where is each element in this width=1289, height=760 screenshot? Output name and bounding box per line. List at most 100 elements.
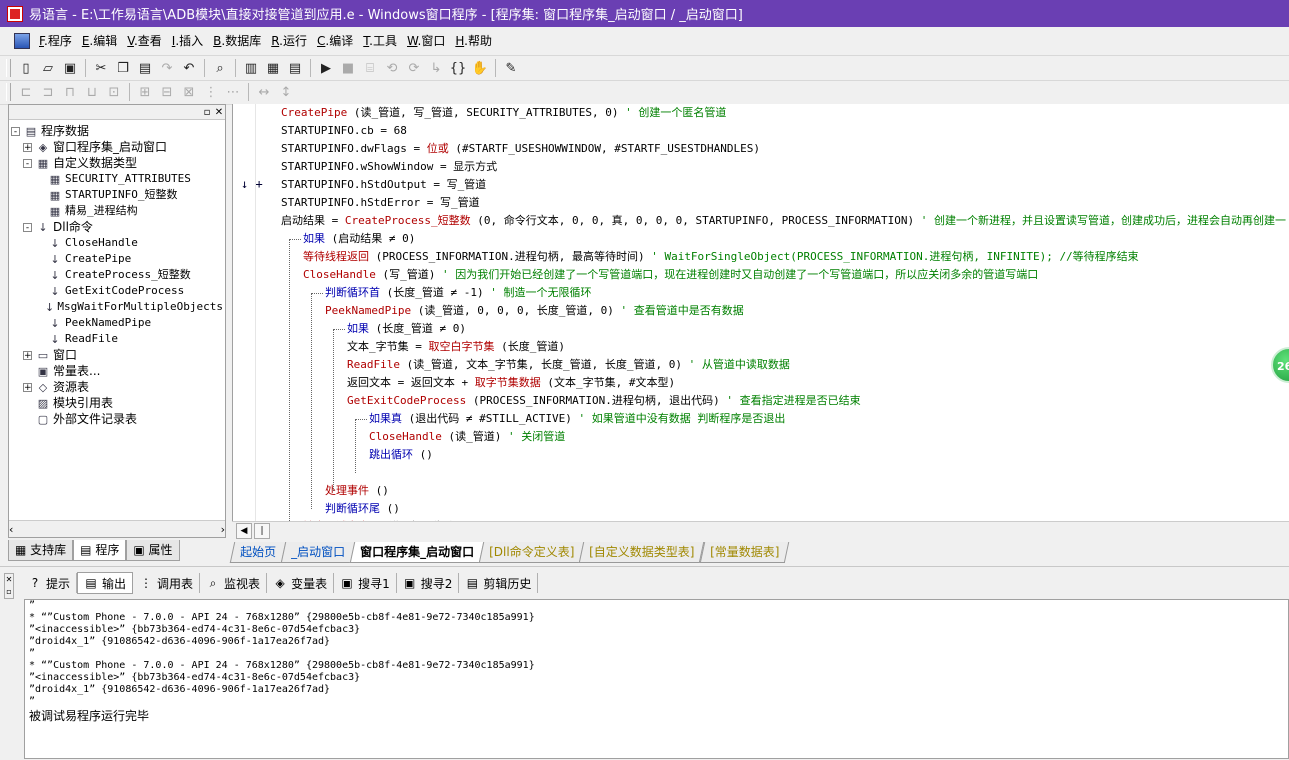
center-v-icon[interactable]: ↕ (276, 82, 296, 102)
file-tab-3[interactable]: [Dll命令定义表] (478, 542, 585, 563)
scroll-left-icon[interactable]: ‹ (9, 523, 13, 536)
code-line[interactable]: 跳出循环 () (369, 446, 433, 464)
tree-horizontal-scrollbar[interactable]: ‹ › (9, 520, 225, 537)
menu-item-t[interactable]: T.工具 (358, 31, 402, 51)
output-tab-4[interactable]: ◈ 变量表 (267, 573, 335, 593)
code-line[interactable]: STARTUPINFO.wShowWindow = 显示方式 (281, 158, 497, 176)
collapse-icon[interactable]: - (23, 158, 32, 168)
paste-icon[interactable]: ▤ (135, 58, 155, 78)
layout1-icon[interactable]: ▥ (241, 58, 261, 78)
layout2-icon[interactable]: ▦ (263, 58, 283, 78)
center-h-icon[interactable]: ↔ (254, 82, 274, 102)
menu-item-i[interactable]: I.插入 (167, 31, 208, 51)
tree-item[interactable]: ↓ CreateProcess_短整数 (11, 267, 223, 283)
tool-icon[interactable]: ✎ (501, 58, 521, 78)
code-line[interactable]: ReadFile (读_管道, 文本_字节集, 长度_管道, 长度_管道, 0)… (347, 356, 790, 374)
hand-icon[interactable]: ✋ (470, 58, 490, 78)
tree-item[interactable]: ▦ 精易_进程结构 (11, 203, 223, 219)
file-tab-4[interactable]: [自定义数据类型表] (579, 542, 705, 563)
same-width-icon[interactable]: ⊞ (135, 82, 155, 102)
code-line[interactable]: 启动结果 = CreateProcess_短整数 (0, 命令行文本, 0, 0… (281, 212, 1286, 230)
align-right-icon[interactable]: ⊓ (60, 82, 80, 102)
scroll-left-end-icon[interactable]: | (254, 523, 270, 539)
tree-item[interactable]: ↓ MsgWaitForMultipleObjects (11, 299, 223, 315)
code-line[interactable]: CreatePipe (读_管道, 写_管道, SECURITY_ATTRIBU… (281, 104, 726, 122)
new-file-icon[interactable]: ▯ (16, 58, 36, 78)
document-icon[interactable] (14, 33, 30, 49)
tree-item[interactable]: ↓ ReadFile (11, 331, 223, 347)
open-folder-icon[interactable]: ▱ (38, 58, 58, 78)
menu-item-r[interactable]: R.运行 (266, 31, 312, 51)
code-area[interactable]: CreatePipe (读_管道, 写_管道, SECURITY_ATTRIBU… (233, 104, 1289, 521)
tree-item[interactable]: ↓ CreatePipe (11, 251, 223, 267)
align-center-icon[interactable]: ⊐ (38, 82, 58, 102)
tree-item[interactable]: ▦ SECURITY_ATTRIBUTES (11, 171, 223, 187)
menu-item-v[interactable]: V.查看 (122, 31, 167, 51)
output-tab-6[interactable]: ▣ 搜寻2 (397, 573, 460, 593)
scroll-right-icon[interactable]: › (221, 523, 225, 536)
find-icon[interactable]: ⌕ (210, 58, 230, 78)
collapse-icon[interactable]: - (11, 126, 20, 136)
menu-item-c[interactable]: C.编译 (312, 31, 358, 51)
align-left-icon[interactable]: ⊏ (16, 82, 36, 102)
step2-icon[interactable]: ⟲ (382, 58, 402, 78)
tree-item[interactable]: ▦ STARTUPINFO_短整数 (11, 187, 223, 203)
left-tab-1[interactable]: ▤ 程序 (73, 540, 127, 561)
code-line[interactable]: 如果 (长度_管道 ≠ 0) (347, 320, 466, 338)
code-line[interactable]: 处理事件 () (325, 482, 389, 500)
breakpoint-arrow-icon[interactable]: ↓ + (241, 177, 263, 191)
expand-icon[interactable]: + (23, 350, 32, 360)
cut-icon[interactable]: ✂ (91, 58, 111, 78)
menu-item-f[interactable]: F.程序 (34, 31, 77, 51)
tree-item[interactable]: ↓ GetExitCodeProcess (11, 283, 223, 299)
tree-item[interactable]: ↓ PeekNamedPipe (11, 315, 223, 331)
tree-item[interactable]: - ▤ 程序数据 (11, 123, 223, 139)
tree-item[interactable]: - ↓ Dll命令 (11, 219, 223, 235)
expand-icon[interactable]: + (23, 382, 32, 392)
step1-icon[interactable]: ⌸ (360, 58, 380, 78)
expand-icon[interactable]: + (23, 142, 32, 152)
code-line[interactable]: 等待线程返回 (PROCESS_INFORMATION.进程句柄, 最高等待时间… (303, 248, 1139, 266)
tree-item[interactable]: ▢ 外部文件记录表 (11, 411, 223, 427)
close-icon[interactable]: ✕ (213, 107, 225, 118)
step3-icon[interactable]: ⟳ (404, 58, 424, 78)
code-line[interactable]: STARTUPINFO.hStdOutput = 写_管道 (281, 176, 486, 194)
code-line[interactable]: GetExitCodeProcess (PROCESS_INFORMATION.… (347, 392, 861, 410)
left-tab-2[interactable]: ▣ 属性 (126, 540, 180, 561)
code-line[interactable]: 判断循环首 (长度_管道 ≠ -1) ' 制造一个无限循环 (325, 284, 591, 302)
left-tab-0[interactable]: ▦ 支持库 (8, 540, 74, 561)
scroll-left-icon[interactable]: ◀ (236, 523, 252, 539)
output-tab-3[interactable]: ⌕ 监视表 (200, 573, 268, 593)
tree-item[interactable]: + ◈ 窗口程序集_启动窗口 (11, 139, 223, 155)
code-line[interactable]: CloseHandle (写_管道) ' 因为我们开始已经创建了一个写管道端口，… (303, 266, 1038, 284)
menu-item-e[interactable]: E.编辑 (77, 31, 122, 51)
collapse-icon[interactable]: - (23, 222, 32, 232)
pin-icon[interactable]: ▫ (201, 107, 213, 118)
app-logo-icon[interactable] (7, 5, 23, 22)
code-line[interactable]: 如果真 (退出代码 ≠ #STILL_ACTIVE) ' 如果管道中没有数据 判… (369, 410, 785, 428)
save-icon[interactable]: ▣ (60, 58, 80, 78)
menu-item-w[interactable]: W.窗口 (402, 31, 450, 51)
code-line[interactable]: 判断循环尾 () (325, 500, 400, 518)
output-text-area[interactable]: ” * “”Custom Phone - 7.0.0 - API 24 - 768… (24, 599, 1289, 759)
code-line[interactable]: STARTUPINFO.dwFlags = 位或 (#STARTF_USESHO… (281, 140, 760, 158)
tree-item[interactable]: + ▭ 窗口 (11, 347, 223, 363)
code-line[interactable]: STARTUPINFO.hStdError = 写_管道 (281, 194, 480, 212)
stop-icon[interactable]: ■ (338, 58, 358, 78)
step4-icon[interactable]: ↳ (426, 58, 446, 78)
code-line[interactable]: 文本_字节集 = 取空白字节集 (长度_管道) (347, 338, 565, 356)
tree-item[interactable]: ▣ 常量表... (11, 363, 223, 379)
braces-icon[interactable]: {} (448, 58, 468, 78)
code-line[interactable]: 返回文本 = 返回文本 + 取字节集数据 (文本_字节集, #文本型) (347, 374, 675, 392)
panel-grip-icon[interactable]: ✕ ▫ (4, 573, 14, 599)
menu-item-h[interactable]: H.帮助 (450, 31, 497, 51)
same-height-icon[interactable]: ⊟ (157, 82, 177, 102)
output-tab-2[interactable]: ⋮ 调用表 (133, 573, 201, 593)
output-tab-7[interactable]: ▤ 剪辑历史 (459, 573, 539, 593)
redo-icon[interactable]: ↷ (157, 58, 177, 78)
toolbar-grip[interactable] (6, 59, 11, 77)
same-size-icon[interactable]: ⊠ (179, 82, 199, 102)
align-bottom-icon[interactable]: ⊡ (104, 82, 124, 102)
code-line[interactable]: 如果 (启动结果 ≠ 0) (303, 230, 415, 248)
code-line[interactable]: STARTUPINFO.cb = 68 (281, 122, 407, 140)
